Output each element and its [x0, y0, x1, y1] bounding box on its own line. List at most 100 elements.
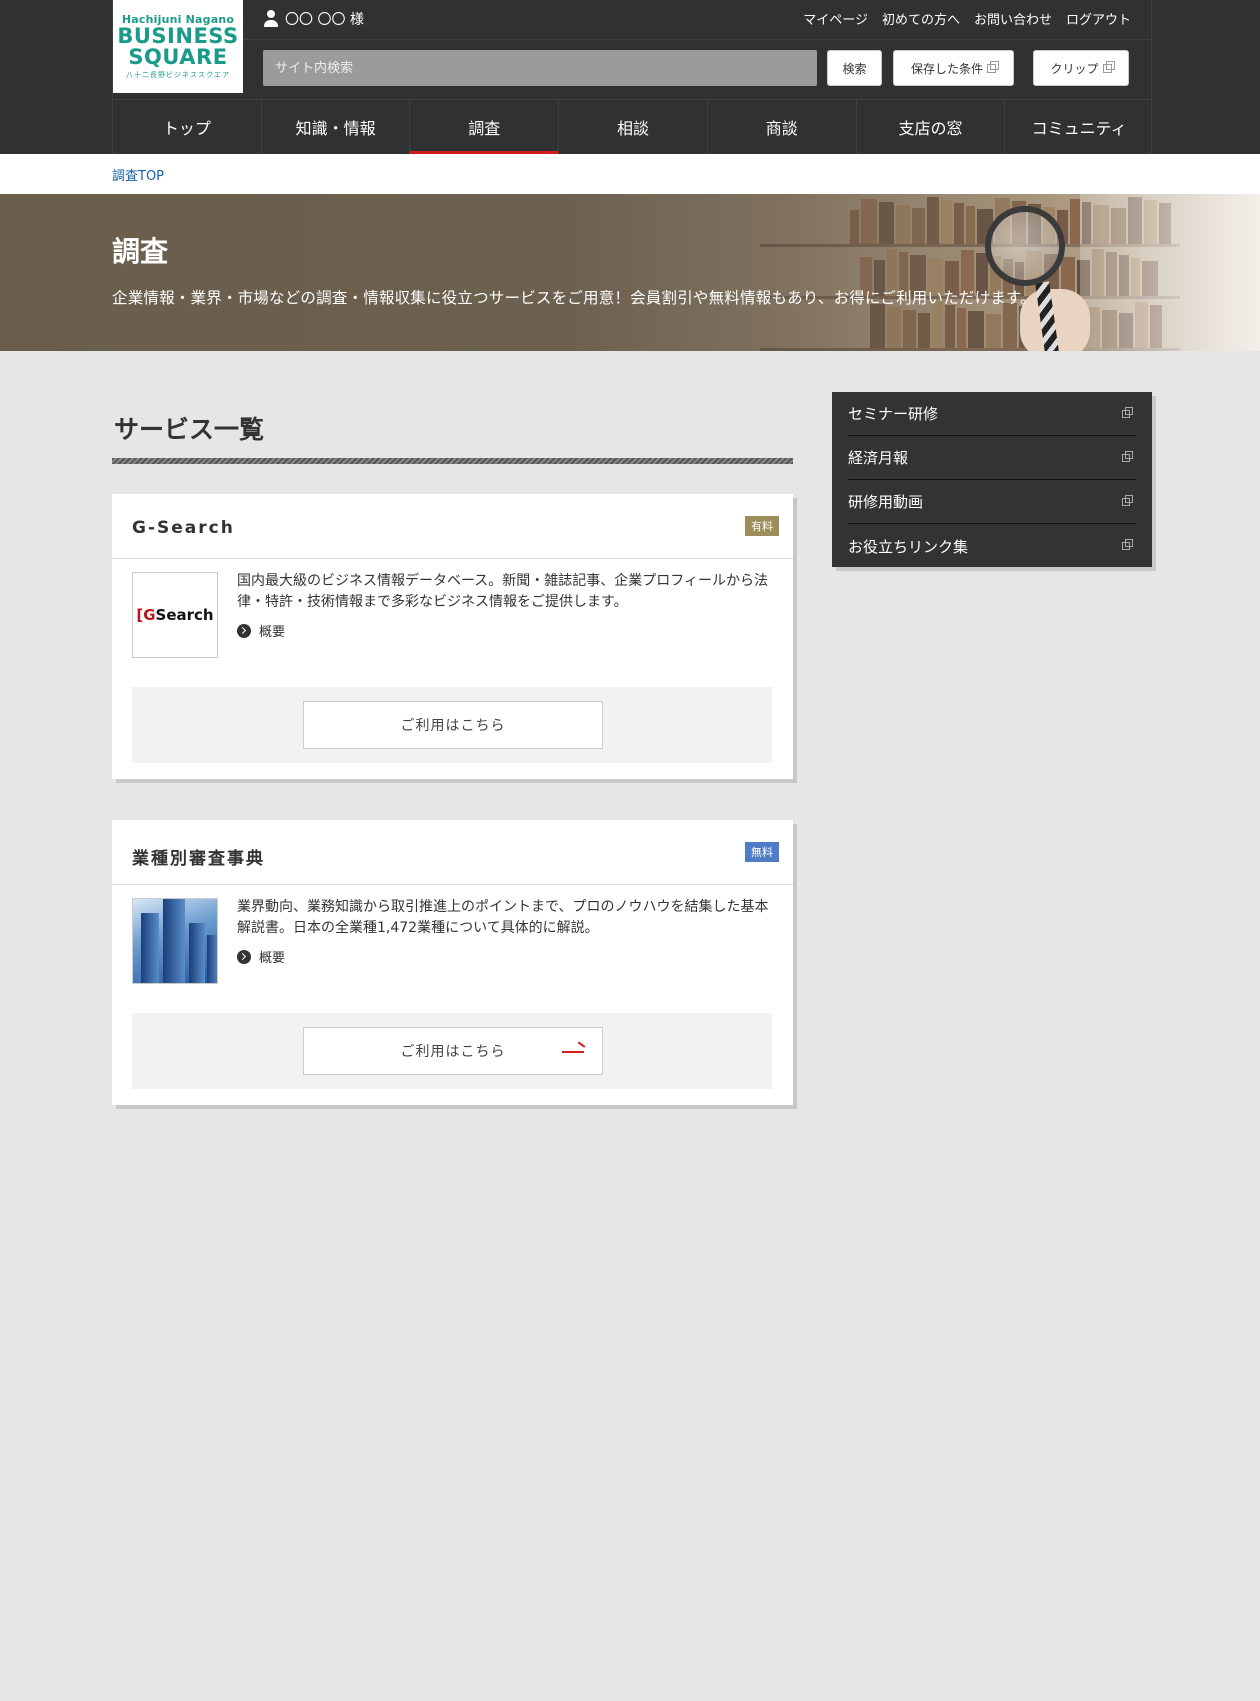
book-shape — [986, 314, 1001, 348]
nav-business-talk[interactable]: 商談 — [708, 100, 857, 154]
card-body: [GSearch 国内最大級のビジネス情報データベース。新聞・雑誌記事、企業プロ… — [112, 559, 793, 689]
saved-conditions-label: 保存した条件 — [910, 61, 983, 76]
nav-research[interactable]: 調査 — [410, 100, 560, 154]
chevron-circle-icon — [237, 949, 251, 964]
user-icon — [263, 10, 279, 28]
book-shape — [870, 304, 885, 348]
chevron-circle-icon — [237, 623, 251, 638]
overview-label: 概要 — [259, 625, 286, 640]
tower-shape — [141, 913, 159, 983]
external-link-icon — [1122, 539, 1133, 550]
clip-label: クリップ — [1050, 61, 1099, 76]
use-service-button[interactable]: ご利用はこちら — [303, 701, 603, 749]
sidebar-menu: セミナー研修 経済月報 研修用動画 お役立ちリンク集 — [832, 392, 1152, 567]
nav-consult[interactable]: 相談 — [559, 100, 708, 154]
nav-branch-window[interactable]: 支店の窓 — [857, 100, 1006, 154]
section-divider — [112, 458, 793, 464]
card-footer: ご利用はこちら — [132, 687, 772, 763]
city-skyline — [133, 899, 217, 983]
book-shape — [861, 199, 877, 244]
site-search-input[interactable] — [263, 50, 817, 86]
book-shape — [903, 310, 916, 348]
card-footer: ご利用はこちら — [132, 1013, 772, 1089]
card-description: 国内最大級のビジネス情報データベース。新聞・雑誌記事、企業プロフィールから法律・… — [237, 573, 769, 610]
tower-shape — [163, 899, 185, 983]
gsearch-logo-text: [GSearch — [136, 606, 213, 624]
nav-knowledge[interactable]: 知識・情報 — [262, 100, 411, 154]
clip-button[interactable]: クリップ — [1033, 50, 1129, 86]
site-header: Hachijuni Nagano BUSINESS SQUARE 八十二長野ビジ… — [0, 0, 1260, 154]
hero-banner: 調査 企業情報・業界・市場などの調査・情報収集に役立つサービスをご用意！会員割引… — [0, 194, 1260, 351]
breadcrumb-bar: 調査TOP — [0, 154, 1260, 194]
header-divider — [243, 39, 1151, 40]
user-name: 〇〇 〇〇 様 — [285, 12, 364, 28]
gsearch-logo-word: Search — [155, 606, 214, 624]
external-link-icon — [1122, 494, 1133, 506]
sidebar-item-training-video[interactable]: 研修用動画 — [848, 480, 1136, 524]
sidebar-item-label: 研修用動画 — [848, 493, 924, 511]
coat-image — [1080, 194, 1260, 351]
card-title: G-Search — [132, 518, 235, 538]
logo-line2a: BUSINESS — [117, 24, 239, 48]
page-title: 調査 — [112, 235, 169, 268]
logo-line2b: SQUARE — [128, 45, 228, 69]
external-link-icon — [1122, 406, 1133, 418]
site-logo[interactable]: Hachijuni Nagano BUSINESS SQUARE 八十二長野ビジ… — [113, 0, 243, 93]
tower-shape — [189, 923, 205, 983]
section-title: サービス一覧 — [114, 415, 265, 444]
user-greeting: 〇〇 〇〇 様 — [263, 9, 364, 29]
book-shape — [932, 302, 943, 348]
sidebar-item-label: セミナー研修 — [848, 405, 939, 423]
sidebar-item-useful-links[interactable]: お役立ちリンク集 — [848, 524, 1136, 568]
magnifier-icon — [985, 206, 1065, 286]
book-shape — [966, 206, 975, 244]
sidebar-item-seminar[interactable]: セミナー研修 — [848, 392, 1136, 436]
card-title: 業種別審査事典 — [132, 849, 265, 869]
overview-label: 概要 — [259, 951, 286, 966]
book-shape — [927, 197, 939, 244]
gsearch-logo-mark: [G — [136, 606, 156, 624]
use-service-label: ご利用はこちら — [400, 1044, 506, 1060]
book-shape — [896, 205, 910, 244]
book-shape — [945, 305, 955, 348]
gsearch-logo-image[interactable]: [GSearch — [132, 572, 218, 658]
book-shape — [957, 308, 966, 348]
service-card-gsearch: G-Search 有料 [GSearch 国内最大級のビジネス情報データベース。… — [112, 494, 793, 779]
book-shape — [850, 210, 859, 244]
buildings-image[interactable] — [132, 898, 218, 984]
global-nav: トップ 知識・情報 調査 相談 商談 支店の窓 コミュニティ — [113, 99, 1153, 154]
book-shape — [968, 311, 984, 348]
breadcrumb[interactable]: 調査TOP — [112, 165, 164, 184]
page-description: 企業情報・業界・市場などの調査・情報収集に役立つサービスをご用意！会員割引や無料… — [112, 289, 1036, 307]
book-shape — [879, 202, 894, 244]
overview-link[interactable]: 概要 — [237, 947, 285, 966]
book-shape — [941, 200, 952, 244]
overview-link[interactable]: 概要 — [237, 621, 285, 640]
book-shape — [954, 203, 964, 244]
external-link-icon — [1102, 60, 1115, 73]
nav-community[interactable]: コミュニティ — [1005, 100, 1153, 154]
use-service-button[interactable]: ご利用はこちら — [303, 1027, 603, 1075]
card-description: 業界動向、業務知識から取引推進上のポイントまで、プロのノウハウを結集した基本解説… — [237, 899, 769, 936]
link-first-time[interactable]: 初めての方へ — [882, 9, 960, 28]
top-links: マイページ 初めての方へ お問い合わせ ログアウト — [803, 9, 1131, 28]
arrow-right-icon — [562, 1051, 584, 1053]
sidebar-item-label: 経済月報 — [848, 449, 909, 467]
sidebar-item-label: お役立ちリンク集 — [848, 537, 969, 556]
book-shape — [912, 208, 925, 244]
book-shape — [1003, 303, 1017, 348]
card-header: G-Search 有料 — [112, 494, 793, 559]
link-logout[interactable]: ログアウト — [1066, 9, 1131, 28]
external-link-icon — [1122, 450, 1133, 462]
link-contact[interactable]: お問い合わせ — [974, 9, 1052, 28]
search-button[interactable]: 検索 — [827, 50, 882, 86]
book-shape — [918, 313, 930, 348]
sidebar-item-economic-report[interactable]: 経済月報 — [848, 436, 1136, 480]
external-link-icon — [987, 60, 999, 73]
book-shape — [1070, 199, 1080, 244]
link-mypage[interactable]: マイページ — [803, 9, 868, 28]
service-card-industry-dictionary: 業種別審査事典 無料 業界動向、業務知識から取引推進上のポイントまで、プロのノウ… — [112, 820, 793, 1105]
nav-top[interactable]: トップ — [113, 100, 262, 154]
card-header: 業種別審査事典 無料 — [112, 820, 793, 885]
saved-conditions-button[interactable]: 保存した条件 — [893, 50, 1014, 86]
